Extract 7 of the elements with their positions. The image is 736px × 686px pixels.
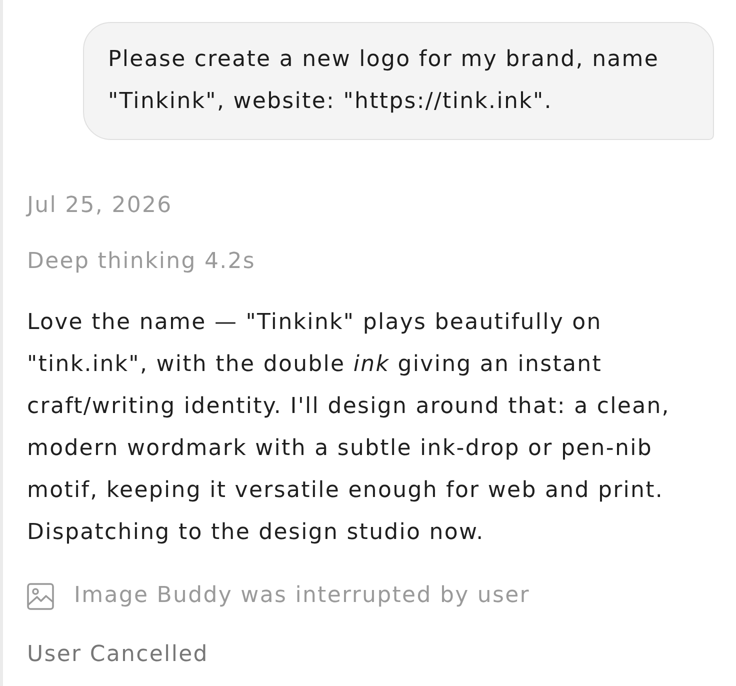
message-date: Jul 25, 2026: [27, 192, 172, 220]
user-message-bubble: Please create a new logo for my brand, name "Tinkink", website: "https://tink.ink".: [83, 22, 714, 140]
reply-paragraph: Love the name — "Tinkink" plays beautifully on "tink.ink", with the double ink giving an instant craft/writing identity. I'll design around that: a clean, modern wordmark with a subtle ink-drop or pen-nib motif, keeping it versatile enough for web and print. Dispatching to the design studio now.: [27, 309, 671, 547]
tool-status-text: Image Buddy was interrupted by user: [74, 582, 530, 610]
thinking-duration: Deep thinking 4.2s: [27, 248, 256, 276]
image-icon: [27, 582, 54, 610]
cancel-status: User Cancelled: [27, 641, 208, 669]
